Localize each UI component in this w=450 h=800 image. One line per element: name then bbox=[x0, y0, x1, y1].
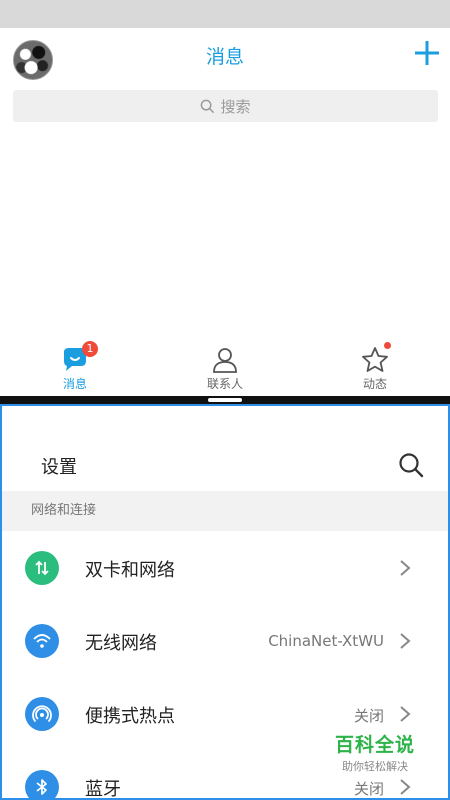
add-button[interactable] bbox=[412, 38, 442, 68]
bottom-tab-bar: 1 消息 联系人 动态 bbox=[0, 340, 450, 396]
row-label: 蓝牙 bbox=[85, 779, 121, 800]
row-value: 关闭 bbox=[353, 780, 384, 798]
bluetooth-icon bbox=[25, 770, 59, 798]
messages-pane: 消息 搜索 1 消息 联系人 动态 bbox=[0, 28, 450, 396]
chevron-right-icon bbox=[400, 633, 411, 649]
status-bar bbox=[0, 0, 450, 28]
page-title: 消息 bbox=[205, 46, 244, 68]
settings-row-wifi[interactable]: 无线网络 ChinaNet-XtWU bbox=[2, 606, 448, 678]
star-icon bbox=[362, 347, 388, 372]
chevron-right-icon bbox=[400, 779, 411, 795]
wifi-icon bbox=[25, 624, 59, 658]
tab-moments[interactable]: 动态 bbox=[325, 340, 425, 396]
tab-label: 动态 bbox=[362, 377, 387, 391]
search-icon bbox=[399, 453, 424, 478]
dual-sim-arrows-icon bbox=[25, 551, 59, 585]
tab-label: 消息 bbox=[62, 377, 87, 391]
chevron-right-icon bbox=[400, 560, 411, 576]
row-label: 无线网络 bbox=[85, 633, 157, 654]
notification-dot bbox=[384, 342, 391, 349]
settings-row-dual-sim[interactable]: 双卡和网络 bbox=[2, 533, 448, 605]
search-placeholder: 搜索 bbox=[220, 97, 251, 116]
tab-messages[interactable]: 1 消息 bbox=[25, 340, 125, 396]
settings-title: 设置 bbox=[41, 457, 77, 478]
row-label: 便携式热点 bbox=[85, 706, 175, 727]
unread-badge: 1 bbox=[82, 341, 98, 357]
watermark-subtitle: 助你轻松解决 bbox=[342, 760, 408, 773]
search-bar[interactable]: 搜索 bbox=[13, 90, 438, 122]
person-icon bbox=[213, 348, 237, 373]
settings-search-button[interactable] bbox=[398, 452, 424, 478]
tab-label: 联系人 bbox=[206, 377, 243, 391]
search-icon bbox=[201, 99, 215, 113]
row-value: 关闭 bbox=[353, 707, 384, 725]
chevron-right-icon bbox=[400, 706, 411, 722]
split-drag-handle[interactable] bbox=[208, 398, 242, 402]
section-header: 网络和连接 bbox=[2, 491, 448, 531]
hotspot-icon bbox=[25, 697, 59, 731]
plus-icon bbox=[415, 41, 439, 65]
row-label: 双卡和网络 bbox=[85, 560, 175, 581]
row-value: ChinaNet-XtWU bbox=[268, 632, 384, 650]
watermark-logo: 百科全说 助你轻松解决 bbox=[325, 730, 425, 774]
tab-contacts[interactable]: 联系人 bbox=[175, 340, 275, 396]
split-screen-divider[interactable] bbox=[0, 396, 450, 404]
watermark-title: 百科全说 bbox=[334, 734, 415, 756]
